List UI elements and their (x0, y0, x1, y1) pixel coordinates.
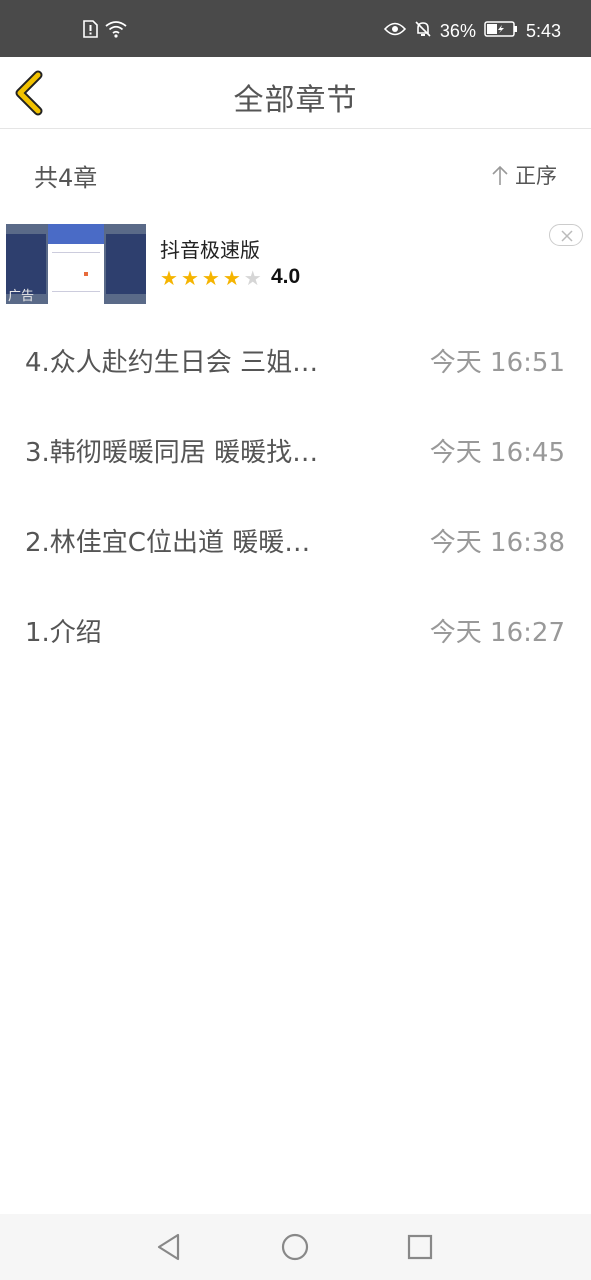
nav-home-button[interactable] (280, 1232, 310, 1262)
chapter-time: 今天 16:27 (429, 618, 565, 648)
ad-star-rating: ★ ★ ★ ★ ★ (160, 268, 262, 288)
ad-banner[interactable]: 广告 抖音极速版 ★ ★ ★ ★ ★ 4.0 (6, 224, 586, 304)
ad-app-name: 抖音极速版 (160, 238, 260, 262)
star-filled-icon: ★ (180, 266, 199, 290)
battery-icon (484, 21, 518, 42)
chapter-item[interactable]: 3.韩彻暖暖同居 暖暖找… 今天 16:45 (0, 405, 591, 495)
close-icon (561, 230, 573, 242)
status-left-icons (82, 20, 128, 42)
chapter-item[interactable]: 4.众人赴约生日会 三姐… 今天 16:51 (0, 315, 591, 405)
chapter-time: 今天 16:51 (429, 348, 565, 378)
chapter-time: 今天 16:38 (429, 528, 565, 558)
chapter-count: 共4章 (34, 164, 98, 192)
ad-thumbnail: 广告 (6, 224, 146, 304)
ad-rating-value: 4.0 (271, 265, 301, 288)
status-right-icons: 36% 5:43 (383, 20, 561, 43)
arrow-up-icon (492, 165, 508, 185)
top-header: 全部章节 (0, 57, 591, 129)
chapter-title: 2.林佳宜C位出道 暖暖… (25, 528, 311, 558)
chapter-list: 4.众人赴约生日会 三姐… 今天 16:51 3.韩彻暖暖同居 暖暖找… 今天 … (0, 315, 591, 675)
chapter-summary-row: 共4章 正序 (0, 130, 591, 218)
nav-recents-button[interactable] (405, 1232, 435, 1262)
chapter-item[interactable]: 1.介绍 今天 16:27 (0, 585, 591, 675)
wifi-icon (104, 20, 128, 42)
system-nav-bar (0, 1214, 591, 1280)
eye-comfort-icon (383, 21, 407, 42)
battery-percent: 36% (439, 21, 476, 41)
chapter-title: 3.韩彻暖暖同居 暖暖找… (25, 438, 319, 468)
page-title: 全部章节 (233, 83, 358, 118)
chapter-title: 4.众人赴约生日会 三姐… (25, 348, 319, 378)
status-bar: 36% 5:43 (0, 0, 591, 57)
clock: 5:43 (525, 21, 561, 41)
notification-off-icon (414, 20, 432, 43)
triangle-back-icon (157, 1233, 180, 1261)
sort-order-label: 正序 (515, 164, 557, 188)
chapter-item[interactable]: 2.林佳宜C位出道 暖暖… 今天 16:38 (0, 495, 591, 585)
star-filled-icon: ★ (222, 266, 241, 290)
chapter-time: 今天 16:45 (429, 438, 565, 468)
nav-back-button[interactable] (154, 1232, 184, 1262)
ad-label: 广告 (8, 289, 35, 304)
star-filled-icon: ★ (160, 266, 178, 290)
chapter-title: 1.介绍 (25, 618, 102, 648)
sim-alert-icon (82, 20, 98, 42)
star-empty-icon: ★ (243, 266, 262, 290)
square-recents-icon (407, 1234, 433, 1260)
circle-home-icon (281, 1233, 309, 1261)
ad-close-button[interactable] (549, 224, 583, 246)
sort-order-button[interactable]: 正序 (491, 160, 557, 190)
star-filled-icon: ★ (201, 266, 220, 290)
